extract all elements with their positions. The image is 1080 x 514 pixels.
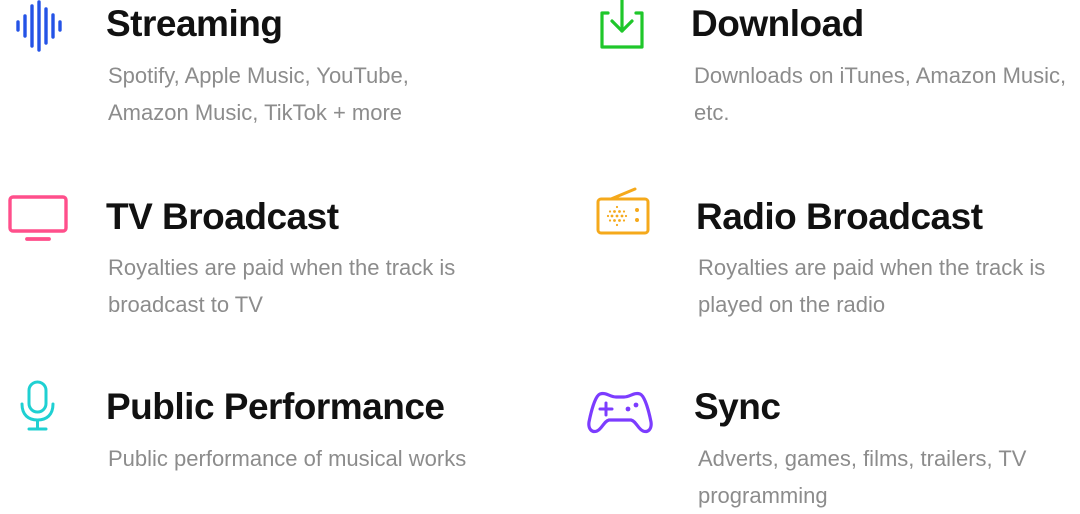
feature-description: Spotify, Apple Music, YouTube, Amazon Mu…: [108, 63, 409, 125]
feature-description: Downloads on iTunes, Amazon Music, etc.: [694, 63, 1067, 125]
feature-description: Adverts, games, films, trailers, TV prog…: [698, 446, 1027, 508]
tv-icon: [5, 192, 69, 248]
feature-title: Download: [691, 3, 864, 44]
radio-icon: [590, 182, 654, 238]
royalty-sources-grid: Streaming Spotify, Apple Music, YouTube,…: [0, 0, 1080, 512]
feature-title: Sync: [694, 386, 781, 427]
feature-description: Royalties are paid when the track is bro…: [108, 255, 456, 317]
feature-description: Royalties are paid when the track is pla…: [698, 255, 1046, 317]
download-icon: [588, 0, 652, 52]
feature-title: Public Performance: [106, 386, 445, 427]
feature-description: Public performance of musical works: [108, 446, 467, 471]
sound-wave-icon: [10, 0, 74, 54]
feature-title: Radio Broadcast: [696, 196, 983, 237]
game-controller-icon: [586, 383, 653, 439]
feature-title: Streaming: [106, 3, 283, 44]
feature-title: TV Broadcast: [106, 196, 339, 237]
microphone-icon: [10, 380, 74, 436]
